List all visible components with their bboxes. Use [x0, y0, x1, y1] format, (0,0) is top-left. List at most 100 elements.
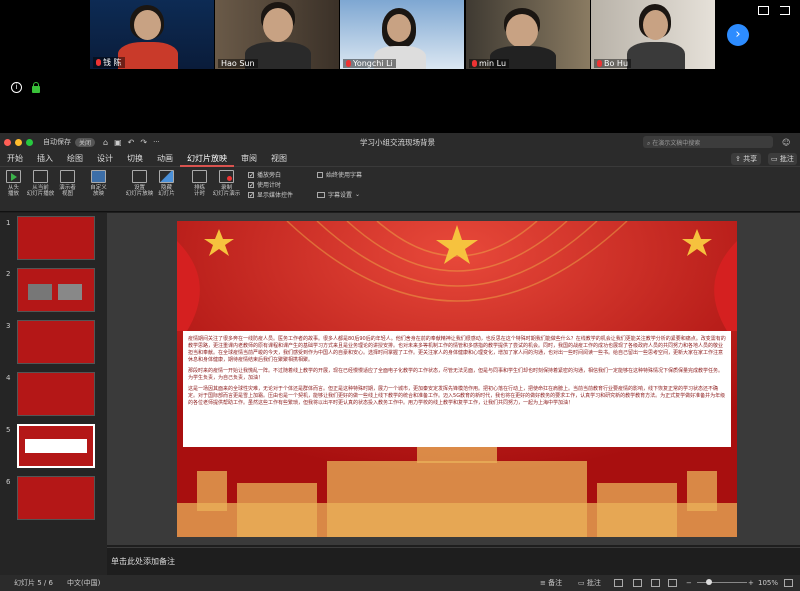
slide-paragraph: 疫情期间关注了很多奔在一线防疫人员。医务工作者的故事。很多人都是80后90后的年…: [188, 336, 726, 363]
tab-view[interactable]: 视图: [264, 153, 294, 164]
slide-number: 2: [6, 270, 11, 278]
participant-tile[interactable]: 钱 陈: [90, 0, 214, 69]
record-show-button[interactable]: 录制 幻灯片演示: [213, 170, 240, 197]
powerpoint-window: 自动保存 关闭 ⌂ ▣ ↶ ↷ ··· 学习小组交流现场背景 ⌕ 在演示文稿中搜…: [0, 133, 800, 591]
video-call-strip: 钱 陈 Hao Sun Yongchi Li min Lu Bo Hu › i: [0, 0, 800, 130]
play-from-start-button[interactable]: 从头 播放: [0, 170, 27, 197]
undo-icon[interactable]: ↶: [128, 138, 135, 147]
subtitles-checkbox[interactable]: 始终使用字幕: [317, 170, 362, 179]
fit-slide-icon[interactable]: [784, 579, 793, 587]
fullscreen-icon[interactable]: [780, 6, 790, 15]
slide-sorter-icon[interactable]: [633, 579, 642, 587]
save-icon[interactable]: ▣: [114, 138, 122, 147]
slide-number: 6: [6, 478, 11, 486]
home-icon[interactable]: ⌂: [103, 138, 108, 147]
title-bar: 自动保存 关闭 ⌂ ▣ ↶ ↷ ··· 学习小组交流现场背景 ⌕ 在演示文稿中搜…: [0, 133, 800, 151]
next-page-icon[interactable]: ›: [727, 24, 749, 46]
slide-thumbnail[interactable]: [17, 476, 95, 520]
tab-review[interactable]: 审阅: [234, 153, 264, 164]
tab-insert[interactable]: 插入: [30, 153, 60, 164]
tab-design[interactable]: 设计: [90, 153, 120, 164]
more-icon[interactable]: ···: [153, 138, 160, 146]
subtitle-icon: [317, 191, 326, 198]
play-from-current-button[interactable]: 从当前 幻灯片播放: [27, 170, 54, 197]
slide-number: 5: [6, 426, 11, 434]
presenter-view-button[interactable]: 演示者 视图: [54, 170, 81, 197]
current-slide[interactable]: 疫情期间关注了很多奔在一线防疫人员。医务工作者的故事。很多人都是80后90后的年…: [177, 221, 737, 537]
ribbon-tabs: 开始 插入 绘图 设计 切换 动画 幻灯片放映 审阅 视图 ⇪ 共享 ▭ 批注: [0, 151, 800, 167]
autosave-label: 自动保存: [43, 138, 71, 146]
participant-tile[interactable]: Yongchi Li: [340, 0, 464, 69]
subtitle-settings-button[interactable]: 字幕设置 ⌄: [317, 190, 362, 199]
slide-thumbnail[interactable]: [17, 320, 95, 364]
zoom-window-button[interactable]: [26, 138, 33, 146]
tab-animations[interactable]: 动画: [150, 153, 180, 164]
hide-slide-button[interactable]: 隐藏 幻灯片: [153, 170, 180, 197]
check-icon: ✓: [248, 191, 255, 199]
search-input[interactable]: ⌕ 在演示文稿中搜索: [643, 136, 773, 148]
normal-view-icon[interactable]: [614, 579, 623, 587]
slide-thumbnail[interactable]: [17, 372, 95, 416]
slide-thumbnail-active[interactable]: [17, 424, 95, 468]
reading-view-icon[interactable]: [651, 579, 660, 587]
smiley-icon[interactable]: ☺: [782, 138, 790, 147]
participant-name: Bo Hu: [594, 59, 632, 68]
slide-number: 4: [6, 374, 11, 382]
check-icon: ✓: [248, 171, 255, 179]
close-window-button[interactable]: [4, 138, 11, 146]
play-icon: [6, 170, 21, 183]
slide-number: 1: [6, 219, 11, 227]
zoom-slider-handle[interactable]: [706, 579, 712, 585]
hide-slide-icon: [159, 170, 174, 183]
setup-icon: [132, 170, 147, 183]
ribbon-toolbar: 从头 播放 从当前 幻灯片播放 演示者 视图 自定义 放映 设置 幻灯片放映 隐…: [0, 167, 800, 212]
rehearse-button[interactable]: 排练 计时: [186, 170, 213, 197]
slide-paragraph: 这是一场因其面来的全球性灾难，无论对于个体还是群体而言。但正是这种特殊时期，展力…: [188, 386, 726, 406]
slide-indicator: 幻灯片 5 / 6: [14, 579, 53, 587]
tab-transitions[interactable]: 切换: [120, 153, 150, 164]
language-indicator[interactable]: 中文(中国): [67, 578, 100, 588]
share-button[interactable]: ⇪ 共享: [731, 153, 762, 165]
participant-tile[interactable]: Hao Sun: [215, 0, 339, 69]
presenter-icon: [60, 170, 75, 183]
info-icon[interactable]: i: [11, 82, 22, 93]
zoom-in-icon[interactable]: +: [748, 579, 754, 587]
status-bar: 幻灯片 5 / 6 中文(中国) ≡ 备注 ▭ 批注 − + 105%: [0, 575, 800, 591]
slide-text-box[interactable]: 疫情期间关注了很多奔在一线防疫人员。医务工作者的故事。很多人都是80后90后的年…: [183, 331, 731, 447]
narration-checkbox[interactable]: ✓ 播放旁白: [248, 170, 293, 179]
slide-thumbnail[interactable]: [17, 268, 95, 312]
document-title: 学习小组交流现场背景: [360, 137, 435, 147]
minimize-window-button[interactable]: [15, 138, 22, 146]
zoom-level[interactable]: 105%: [758, 579, 778, 587]
zoom-slider[interactable]: [697, 582, 747, 583]
mic-muted-icon: [346, 60, 351, 67]
participant-tile[interactable]: Bo Hu: [591, 0, 715, 69]
comments-button[interactable]: ▭ 批注: [768, 153, 797, 165]
custom-show-icon: [91, 170, 106, 183]
notes-button[interactable]: ≡ 备注: [540, 578, 562, 588]
custom-show-button[interactable]: 自定义 放映: [85, 170, 112, 197]
record-icon: [219, 170, 234, 183]
slide-thumbnail[interactable]: [17, 216, 95, 260]
autosave-toggle[interactable]: 关闭: [75, 137, 96, 147]
timing-checkbox[interactable]: ✓ 使用计时: [248, 180, 293, 189]
participant-name: Yongchi Li: [343, 59, 396, 68]
slide-number: 3: [6, 322, 11, 330]
tab-draw[interactable]: 绘图: [60, 153, 90, 164]
comments-status-button[interactable]: ▭ 批注: [578, 578, 601, 588]
redo-icon[interactable]: ↷: [140, 138, 147, 147]
notes-pane[interactable]: 单击此处添加备注: [107, 547, 800, 575]
media-controls-checkbox[interactable]: ✓ 显示媒体控件: [248, 190, 293, 199]
participant-tile[interactable]: min Lu: [466, 0, 590, 69]
check-icon: ✓: [248, 181, 255, 189]
slideshow-view-icon[interactable]: [668, 579, 677, 587]
lock-icon: [32, 82, 40, 93]
slide-stage: 疫情期间关注了很多奔在一线防疫人员。医务工作者的故事。很多人都是80后90后的年…: [107, 213, 800, 545]
gallery-view-icon[interactable]: [758, 6, 769, 15]
setup-show-button[interactable]: 设置 幻灯片放映: [126, 170, 153, 197]
mic-muted-icon: [472, 60, 477, 67]
participant-name: 钱 陈: [93, 57, 125, 68]
zoom-out-icon[interactable]: −: [686, 579, 692, 587]
tab-home[interactable]: 开始: [0, 153, 30, 164]
tab-slideshow[interactable]: 幻灯片放映: [180, 151, 234, 167]
